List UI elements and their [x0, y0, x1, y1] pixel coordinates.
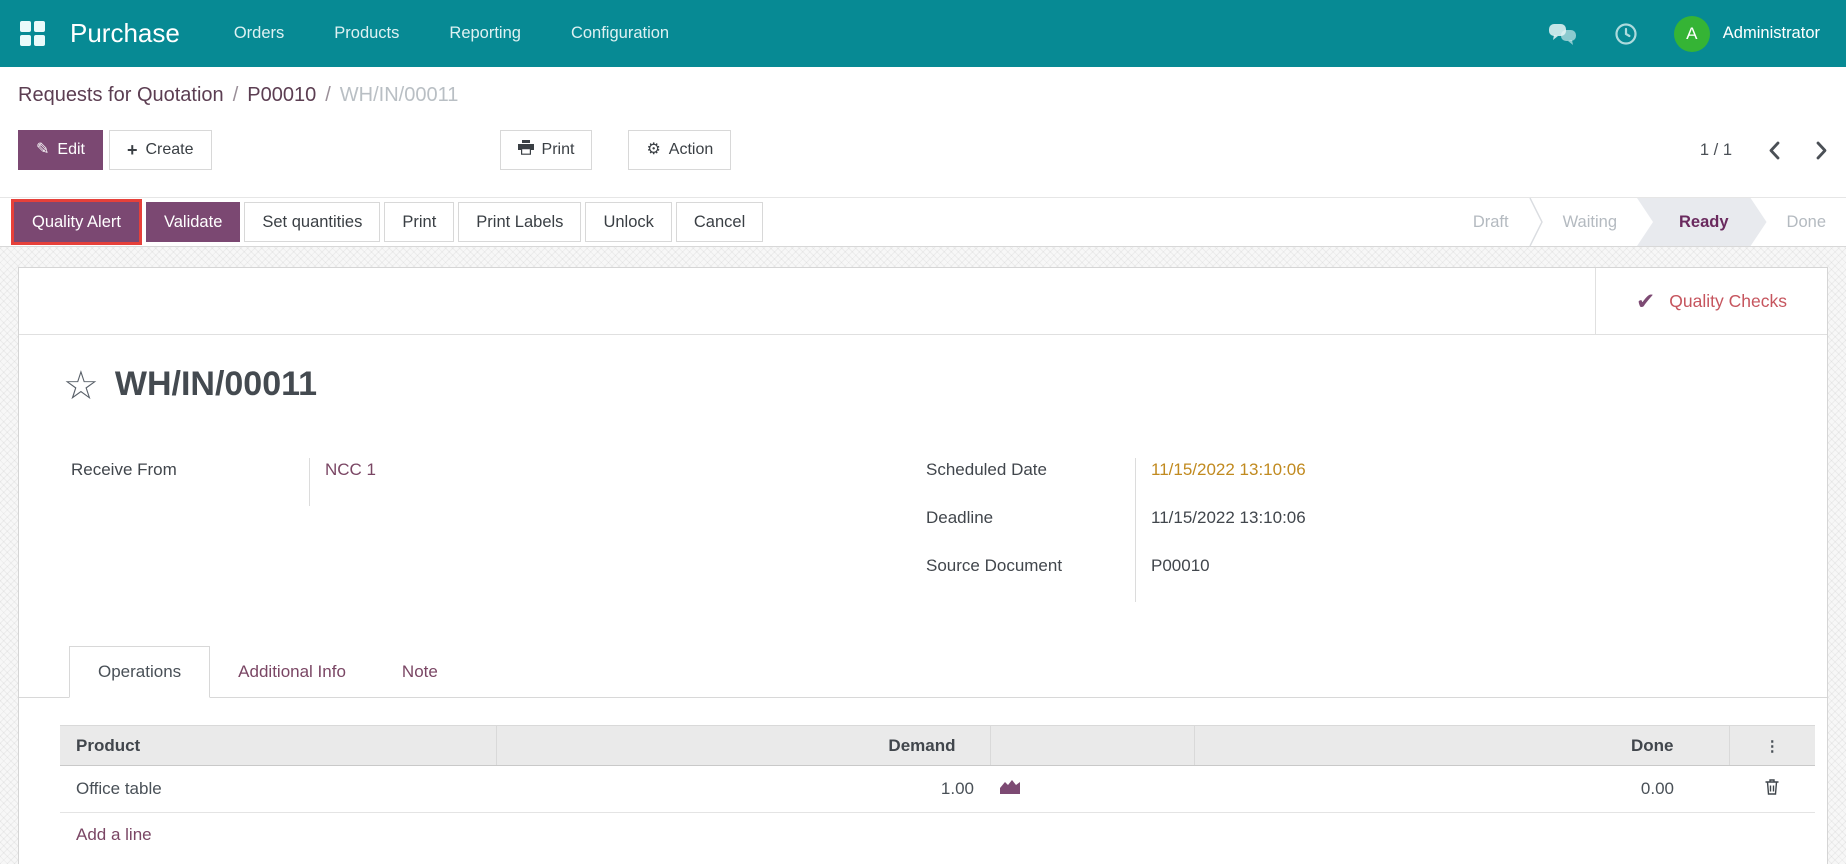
- table-header-row: Product Demand Done ⋮: [60, 725, 1815, 767]
- printer-icon: [517, 140, 534, 160]
- control-panel-buttons: ✎ Edit + Create Print ⚙ Action 1 / 1: [18, 130, 1828, 170]
- statusbar-actions: Quality Alert Validate Set quantities Pr…: [11, 199, 764, 245]
- breadcrumb-separator: /: [232, 83, 239, 106]
- record-title: WH/IN/00011: [114, 365, 318, 403]
- menu-orders[interactable]: Orders: [234, 24, 284, 43]
- create-button[interactable]: + Create: [108, 130, 212, 170]
- breadcrumb-link-rfq[interactable]: Requests for Quotation: [18, 84, 224, 107]
- edit-button[interactable]: ✎ Edit: [18, 130, 103, 170]
- stage-done[interactable]: Done: [1767, 198, 1846, 246]
- check-icon: ✔: [1636, 287, 1656, 314]
- scheduled-date-value: 11/15/2022 13:10:06: [1151, 460, 1306, 480]
- user-name: Administrator: [1722, 24, 1820, 42]
- field-label: Deadline: [926, 506, 1136, 555]
- tab-note[interactable]: Note: [374, 646, 466, 697]
- tab-additional-info[interactable]: Additional Info: [210, 646, 374, 697]
- form-statusbar: Quality Alert Validate Set quantities Pr…: [0, 197, 1846, 247]
- receive-from-link[interactable]: NCC 1: [310, 458, 376, 506]
- action-menu-button[interactable]: ⚙ Action: [628, 130, 732, 170]
- navbar-systray: A Administrator: [1548, 15, 1846, 52]
- cell-done[interactable]: 0.00: [1194, 765, 1729, 814]
- field-deadline: Deadline 11/15/2022 13:10:06: [926, 506, 1306, 555]
- field-label: Scheduled Date: [926, 458, 1136, 507]
- pager-next-icon[interactable]: [1816, 141, 1828, 160]
- title-row: ☆ WH/IN/00011: [19, 335, 1827, 406]
- main-menu: Orders Products Reporting Configuration: [234, 24, 669, 43]
- add-a-line-link[interactable]: Add a line: [60, 825, 152, 845]
- cell-product[interactable]: Office table: [60, 765, 496, 814]
- stat-button-box: ✔ Quality Checks: [19, 268, 1827, 335]
- deadline-value: 11/15/2022 13:10:06: [1151, 508, 1306, 528]
- stage-draft[interactable]: Draft: [1453, 198, 1529, 246]
- apps-menu-button[interactable]: [0, 0, 64, 67]
- user-menu[interactable]: A Administrator: [1673, 15, 1820, 52]
- status-pipeline: Draft Waiting Ready Done: [1453, 197, 1846, 247]
- print-menu-button[interactable]: Print: [499, 130, 593, 170]
- print-button[interactable]: Print: [384, 202, 455, 242]
- field-label: Source Document: [926, 554, 1136, 603]
- quality-alert-button[interactable]: Quality Alert: [14, 202, 139, 242]
- set-quantities-button[interactable]: Set quantities: [244, 202, 381, 242]
- notebook-tabs: Operations Additional Info Note: [19, 646, 1827, 699]
- breadcrumb-separator: /: [325, 83, 331, 106]
- field-group-left: Receive From NCC 1: [71, 458, 926, 602]
- column-header-demand: Demand: [495, 725, 990, 767]
- apps-grid-icon: [19, 21, 45, 46]
- pager-previous-icon[interactable]: [1768, 141, 1780, 160]
- menu-reporting[interactable]: Reporting: [449, 24, 521, 43]
- cell-demand[interactable]: 1.00: [496, 765, 990, 814]
- quality-checks-stat-button[interactable]: ✔ Quality Checks: [1595, 268, 1827, 334]
- field-scheduled-date: Scheduled Date 11/15/2022 13:10:06: [926, 458, 1306, 507]
- operations-table: Product Demand Done ⋮ Office table 1.00: [60, 725, 1815, 858]
- cancel-button[interactable]: Cancel: [675, 202, 764, 242]
- pager-value[interactable]: 1 / 1: [1700, 141, 1732, 160]
- validate-button[interactable]: Validate: [145, 202, 241, 242]
- breadcrumb: Requests for Quotation / P00010 / WH/IN/…: [18, 82, 1828, 108]
- trash-icon[interactable]: [1764, 778, 1780, 795]
- cell-forecast: [990, 765, 1194, 814]
- form-sheet: ✔ Quality Checks ☆ WH/IN/00011 Receive F…: [18, 267, 1828, 864]
- field-groups: Receive From NCC 1 Scheduled Date 11/15/…: [19, 404, 1827, 603]
- optional-columns-icon[interactable]: ⋮: [1728, 725, 1815, 767]
- stage-ready[interactable]: Ready: [1637, 198, 1767, 246]
- quality-alert-highlight: Quality Alert: [11, 199, 142, 245]
- print-labels-button[interactable]: Print Labels: [458, 202, 582, 242]
- pager: 1 / 1: [1700, 141, 1828, 160]
- stage-separator-icon: [1528, 197, 1543, 247]
- column-header-empty: [989, 725, 1194, 767]
- field-group-right: Scheduled Date 11/15/2022 13:10:06 Deadl…: [926, 458, 1306, 603]
- source-document-value: P00010: [1151, 556, 1210, 576]
- unlock-button[interactable]: Unlock: [585, 202, 672, 242]
- pencil-icon: ✎: [36, 141, 50, 158]
- plus-icon: +: [126, 140, 138, 160]
- tab-operations[interactable]: Operations: [69, 646, 211, 699]
- column-header-done: Done: [1193, 725, 1729, 767]
- forecast-chart-icon[interactable]: [1000, 779, 1020, 795]
- content-background: ✔ Quality Checks ☆ WH/IN/00011 Receive F…: [0, 247, 1846, 864]
- gear-icon: ⚙: [646, 141, 661, 158]
- control-panel: Requests for Quotation / P00010 / WH/IN/…: [0, 82, 1846, 170]
- field-receive-from: Receive From NCC 1: [71, 458, 926, 507]
- stage-waiting[interactable]: Waiting: [1543, 198, 1637, 246]
- breadcrumb-current: WH/IN/00011: [339, 83, 459, 106]
- field-label: Receive From: [71, 458, 310, 507]
- messages-icon[interactable]: [1548, 22, 1578, 46]
- add-line-row: Add a line: [60, 813, 1815, 858]
- menu-configuration[interactable]: Configuration: [571, 24, 669, 43]
- app-name[interactable]: Purchase: [70, 18, 180, 49]
- field-source-document: Source Document P00010: [926, 554, 1306, 603]
- menu-products[interactable]: Products: [334, 24, 399, 43]
- breadcrumb-link-p00010[interactable]: P00010: [247, 84, 316, 107]
- activity-clock-icon[interactable]: [1614, 22, 1638, 46]
- column-header-product: Product: [60, 725, 496, 767]
- top-navbar: Purchase Orders Products Reporting Confi…: [0, 0, 1846, 67]
- user-avatar: A: [1673, 15, 1710, 52]
- favorite-star-icon[interactable]: ☆: [63, 366, 99, 406]
- cell-delete: [1729, 765, 1815, 814]
- table-row: Office table 1.00 0.00: [60, 765, 1815, 814]
